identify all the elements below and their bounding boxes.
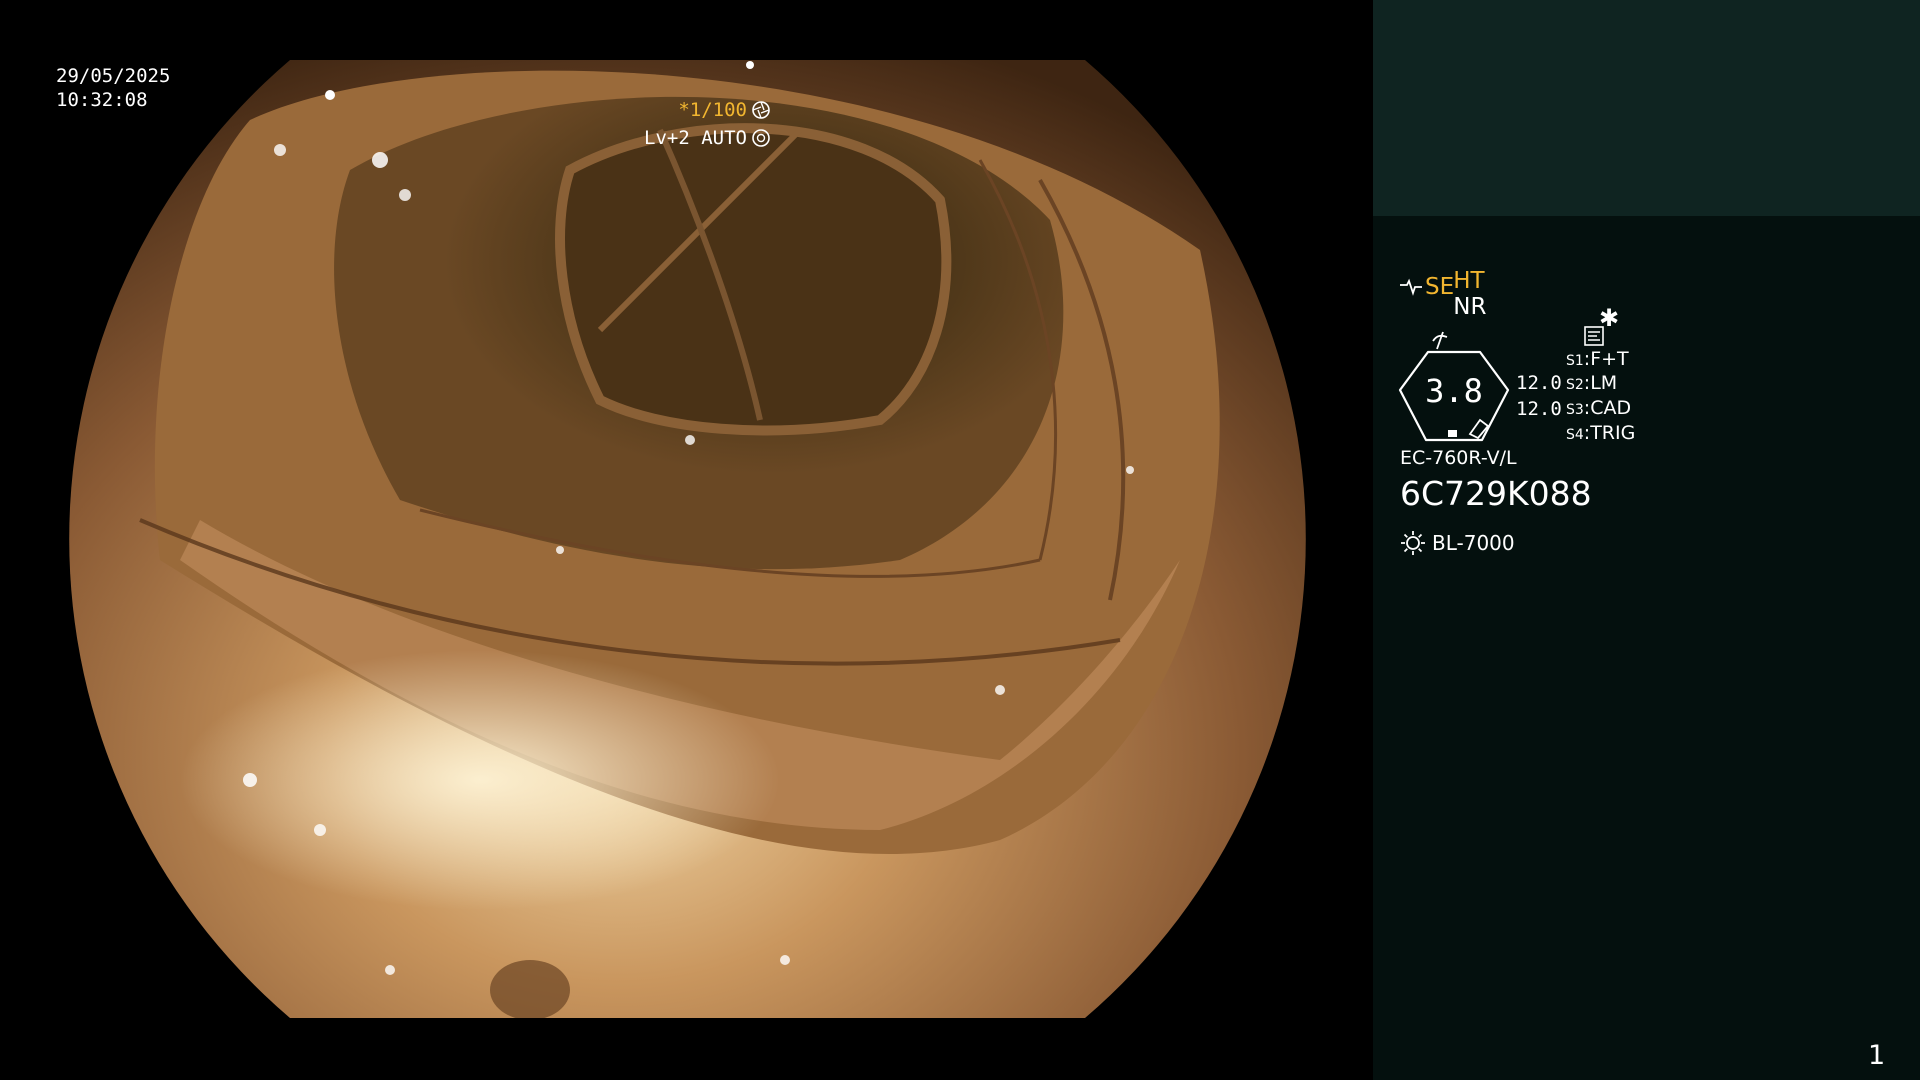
scope-model: EC-760R-V/L bbox=[1400, 447, 1517, 469]
iris-icon bbox=[752, 129, 770, 147]
switch-assignment-3: S3:CAD bbox=[1566, 397, 1632, 419]
zoom-value: 3.8 bbox=[1425, 372, 1483, 410]
ht-label: HT bbox=[1453, 268, 1485, 294]
zoom-indicator: 3.8 bbox=[1398, 350, 1510, 442]
parameter-value-2: 12.0 bbox=[1516, 398, 1562, 420]
enhance-curve-icon bbox=[1400, 278, 1422, 296]
endoscopic-image bbox=[69, 60, 1306, 1018]
shutter-label: *1/100 bbox=[678, 99, 747, 121]
endoscope-view: 29/05/2025 10:32:08 *1/100 Lv+2 AUTO bbox=[0, 0, 1373, 1080]
scope-serial: 6C729K088 bbox=[1400, 474, 1592, 513]
light-bulb-icon bbox=[1401, 531, 1425, 555]
switch-assignment-2: S2:LM bbox=[1566, 372, 1618, 394]
nr-label: NR bbox=[1453, 294, 1487, 320]
se-label: SE bbox=[1425, 274, 1455, 300]
asterisk-icon: ✱ bbox=[1599, 304, 1620, 332]
page-number: 1 bbox=[1868, 1040, 1886, 1071]
time-readout: 10:32:08 bbox=[56, 89, 148, 111]
enhancement-label: Lv+2 AUTO bbox=[644, 127, 747, 149]
enhancement-indicator: Lv+2 AUTO bbox=[644, 127, 771, 149]
parameter-value-1: 12.0 bbox=[1516, 372, 1562, 394]
switch-assignment-1: S1:F+T bbox=[1566, 348, 1629, 370]
aperture-icon bbox=[752, 101, 770, 119]
shutter-indicator: *1/100 bbox=[678, 99, 771, 121]
status-panel: HT NR SE ✱ 3.8 12.0 12.0 S1:F+T S2:LM S3… bbox=[1373, 0, 1920, 1080]
light-source-label: BL-7000 bbox=[1432, 531, 1515, 555]
date-readout: 29/05/2025 bbox=[56, 65, 171, 87]
light-source-indicator: BL-7000 bbox=[1400, 530, 1515, 556]
panel-header-area bbox=[1373, 0, 1920, 216]
structure-enhance-indicator: SE bbox=[1399, 274, 1454, 300]
switch-assignment-4: S4:TRIG bbox=[1566, 422, 1636, 444]
